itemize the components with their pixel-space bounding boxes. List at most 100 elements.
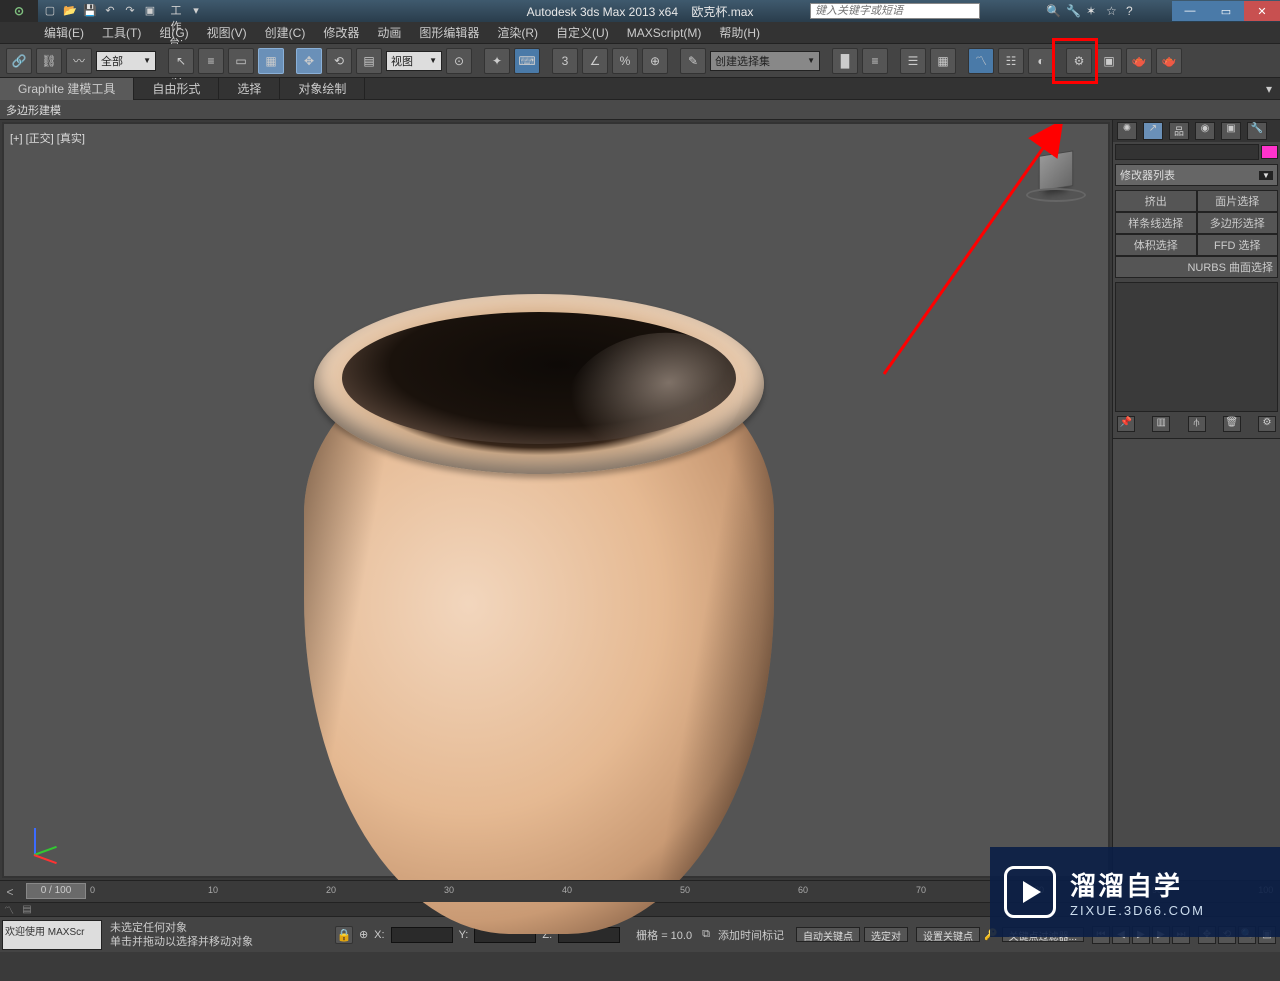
select-name-icon[interactable]: ≡	[198, 48, 224, 74]
selection-filter-dropdown[interactable]: 全部▼	[96, 51, 156, 71]
select-move-icon[interactable]: ✥	[296, 48, 322, 74]
spinner-snap-icon[interactable]: ⊕	[642, 48, 668, 74]
search-icon[interactable]: 🔍	[1046, 4, 1060, 18]
window-crossing-icon[interactable]: ▦	[258, 48, 284, 74]
select-manipulate-icon[interactable]: ✦	[484, 48, 510, 74]
link-icon[interactable]: 🔗	[6, 48, 32, 74]
make-unique-icon[interactable]: ⫛	[1188, 416, 1206, 432]
maximize-button[interactable]: ▭	[1208, 1, 1244, 21]
mirror-icon[interactable]: ▐▌	[832, 48, 858, 74]
named-sets-edit-icon[interactable]: ✎	[680, 48, 706, 74]
menu-grapheditors[interactable]: 图形编辑器	[419, 24, 479, 41]
tab-modify-icon[interactable]: ↗	[1143, 122, 1163, 140]
setkey-button[interactable]: 设置关键点	[916, 927, 980, 942]
selected-set-dropdown[interactable]: 选定对	[864, 927, 908, 942]
render-setup-icon[interactable]: ⚙	[1066, 48, 1092, 74]
project-icon[interactable]: ▣	[142, 3, 158, 19]
render-iterative-icon[interactable]: 🫖	[1156, 48, 1182, 74]
ribbon-toggle-icon[interactable]: ▦	[930, 48, 956, 74]
menu-maxscript[interactable]: MAXScript(M)	[627, 26, 702, 40]
tab-hierarchy-icon[interactable]: 品	[1169, 122, 1189, 140]
schematic-view-icon[interactable]: ☷	[998, 48, 1024, 74]
pin-stack-icon[interactable]: 📌	[1117, 416, 1135, 432]
mod-btn-nurbssel[interactable]: NURBS 曲面选择	[1115, 256, 1278, 278]
tab-utilities-icon[interactable]: 🔧	[1247, 122, 1267, 140]
select-rotate-icon[interactable]: ⟲	[326, 48, 352, 74]
mod-btn-polysel[interactable]: 多边形选择	[1197, 212, 1279, 234]
tab-display-icon[interactable]: ▣	[1221, 122, 1241, 140]
close-button[interactable]: ✕	[1244, 1, 1280, 21]
viewport-label[interactable]: [+] [正交] [真实]	[10, 130, 85, 146]
favorite-icon[interactable]: ☆	[1106, 4, 1120, 18]
render-production-icon[interactable]: 🫖	[1126, 48, 1152, 74]
show-end-result-icon[interactable]: ▥	[1152, 416, 1170, 432]
remove-mod-icon[interactable]: 🗑	[1223, 416, 1241, 432]
menu-views[interactable]: 视图(V)	[207, 24, 247, 41]
menu-animation[interactable]: 动画	[377, 24, 401, 41]
trackbar-mini-curve-icon[interactable]: 〽	[0, 902, 18, 917]
align-icon[interactable]: ≡	[862, 48, 888, 74]
use-center-icon[interactable]: ⊙	[446, 48, 472, 74]
ribbon-tab-selection[interactable]: 选择	[219, 78, 280, 100]
workspace-dropdown[interactable]: 工作台: 默认	[168, 3, 184, 19]
unlink-icon[interactable]: ⛓	[36, 48, 62, 74]
open-icon[interactable]: 📂	[62, 3, 78, 19]
curve-editor-icon[interactable]: 〽	[968, 48, 994, 74]
configure-sets-icon[interactable]: ⚙	[1258, 416, 1276, 432]
exchange-icon[interactable]: ✶	[1086, 4, 1100, 18]
named-selection-dropdown[interactable]: 创建选择集▼	[710, 51, 820, 71]
viewcube-cube-icon[interactable]	[1039, 150, 1073, 191]
layer-manager-icon[interactable]: ☰	[900, 48, 926, 74]
material-editor-icon[interactable]: ◐	[1028, 48, 1054, 74]
subscription-icon[interactable]: 🔧	[1066, 4, 1080, 18]
rendered-frame-icon[interactable]: ▣	[1096, 48, 1122, 74]
autokey-button[interactable]: 自动关键点	[796, 927, 860, 942]
redo-icon[interactable]: ↷	[122, 3, 138, 19]
tab-create-icon[interactable]: ✺	[1117, 122, 1137, 140]
percent-snap-icon[interactable]: %	[612, 48, 638, 74]
trackbar-filter-icon[interactable]: ▤	[18, 904, 36, 915]
menu-modifiers[interactable]: 修改器	[323, 24, 359, 41]
timeslider-left-icon[interactable]: <	[0, 885, 20, 899]
snap-toggle-icon[interactable]: 3	[552, 48, 578, 74]
menu-create[interactable]: 创建(C)	[265, 24, 306, 41]
refcoord-dropdown[interactable]: 视图▼	[386, 51, 442, 71]
bind-spacewarp-icon[interactable]: 〰	[66, 48, 92, 74]
menu-help[interactable]: 帮助(H)	[719, 24, 760, 41]
new-icon[interactable]: ▢	[42, 3, 58, 19]
mod-btn-volsel[interactable]: 体积选择	[1115, 234, 1197, 256]
angle-snap-icon[interactable]: ∠	[582, 48, 608, 74]
select-scale-icon[interactable]: ▤	[356, 48, 382, 74]
mod-btn-ffdsel[interactable]: FFD 选择	[1197, 234, 1279, 256]
dropdown-arrow-icon[interactable]: ▾	[188, 3, 204, 19]
mod-btn-extrude[interactable]: 挤出	[1115, 190, 1197, 212]
ribbon-tab-paint[interactable]: 对象绘制	[280, 78, 365, 100]
viewcube[interactable]	[1028, 148, 1084, 204]
minimize-button[interactable]: —	[1172, 1, 1208, 21]
keyboard-shortcut-icon[interactable]: ⌨	[514, 48, 540, 74]
mod-btn-splinesel[interactable]: 样条线选择	[1115, 212, 1197, 234]
save-icon[interactable]: 💾	[82, 3, 98, 19]
modifier-stack[interactable]	[1115, 282, 1278, 412]
mod-btn-patchsel[interactable]: 面片选择	[1197, 190, 1279, 212]
menu-edit[interactable]: 编辑(E)	[44, 24, 84, 41]
time-slider-handle[interactable]: 0 / 100	[26, 883, 86, 899]
menu-customize[interactable]: 自定义(U)	[556, 24, 609, 41]
help-search-input[interactable]	[810, 3, 980, 19]
modifier-list-dropdown[interactable]: 修改器列表▼	[1115, 164, 1278, 186]
ribbon-tab-graphite[interactable]: Graphite 建模工具	[0, 78, 134, 100]
ribbon-collapse-icon[interactable]: ▾	[1258, 82, 1280, 96]
select-object-icon[interactable]: ↖	[168, 48, 194, 74]
object-name-input[interactable]	[1115, 144, 1259, 160]
select-region-icon[interactable]: ▭	[228, 48, 254, 74]
menu-tools[interactable]: 工具(T)	[102, 24, 141, 41]
menu-rendering[interactable]: 渲染(R)	[497, 24, 538, 41]
ribbon-panel-polymodeling[interactable]: 多边形建模	[0, 100, 1280, 120]
tab-motion-icon[interactable]: ◉	[1195, 122, 1215, 140]
help-icon[interactable]: ?	[1126, 4, 1140, 18]
app-logo-icon[interactable]: ⊙	[0, 0, 38, 22]
undo-icon[interactable]: ↶	[102, 3, 118, 19]
viewport[interactable]: [+] [正交] [真实]	[2, 122, 1110, 878]
scene-object-cup[interactable]	[294, 274, 784, 964]
object-color-swatch[interactable]	[1261, 145, 1278, 159]
